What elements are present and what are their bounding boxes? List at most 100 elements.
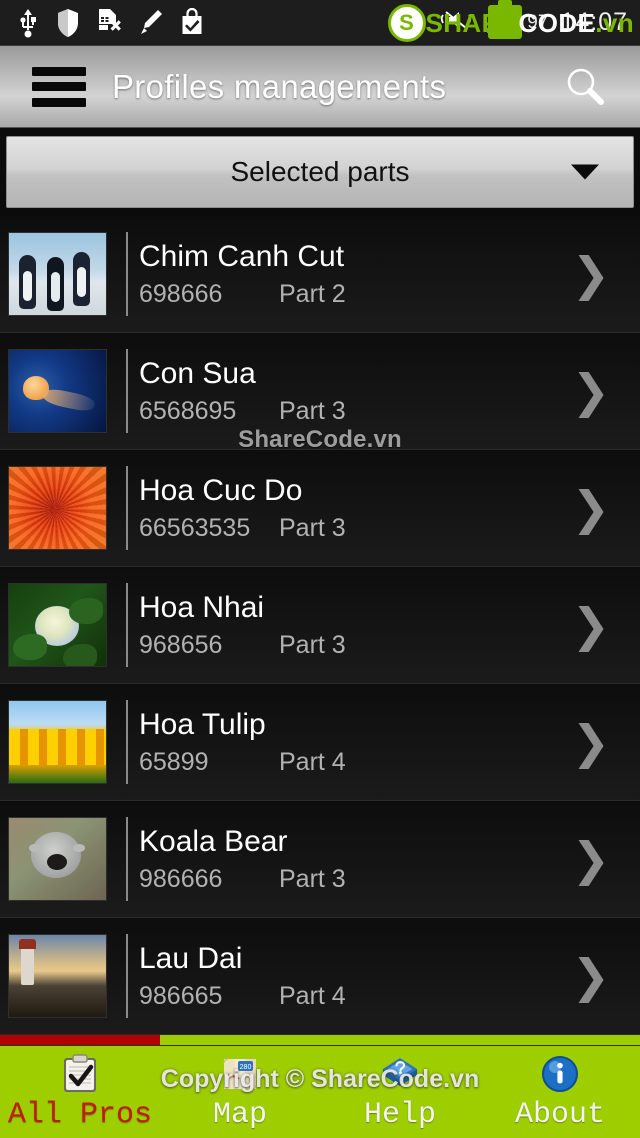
battery-icon	[488, 0, 522, 39]
lighthouse-thumbnail	[8, 934, 107, 1018]
status-clock: 14:07	[560, 8, 628, 36]
row-text: Con Sua 6568695 Part 3	[139, 356, 571, 426]
row-text: Koala Bear 986666 Part 3	[139, 824, 571, 894]
row-divider	[126, 232, 128, 316]
row-part: Part 4	[279, 982, 346, 1010]
folded-map-icon: 280	[216, 1052, 264, 1096]
row-divider	[126, 700, 128, 784]
row-title: Con Sua	[139, 357, 256, 390]
list-item[interactable]: Hoa Nhai 968656 Part 3 ❯	[0, 567, 640, 684]
row-subtitle: 986665 Part 4	[139, 982, 571, 1011]
row-text: Hoa Cuc Do 66563535 Part 3	[139, 473, 571, 543]
row-title: Chim Canh Cut	[139, 240, 345, 273]
list-item[interactable]: Koala Bear 986666 Part 3 ❯	[0, 801, 640, 918]
row-subtitle: 65899 Part 4	[139, 748, 571, 777]
tab-help[interactable]: Help	[320, 1046, 480, 1138]
chevron-right-icon[interactable]: ❯	[571, 368, 610, 414]
selected-parts-dropdown[interactable]: Selected parts	[6, 136, 634, 208]
list-item[interactable]: Chim Canh Cut 698666 Part 2 ❯	[0, 216, 640, 333]
row-title: Hoa Cuc Do	[139, 474, 303, 507]
row-title: Hoa Nhai	[139, 591, 265, 624]
row-id: 986665	[139, 982, 223, 1010]
row-id: 6568695	[139, 397, 237, 425]
bottom-navigation-container: All Pros 280 Map Help About Copyright © …	[0, 1035, 640, 1138]
row-id: 986666	[139, 865, 223, 893]
sim-card-error-icon	[99, 8, 121, 31]
row-id: 968656	[139, 631, 223, 659]
hamburger-menu-icon[interactable]	[32, 66, 86, 107]
penguins-thumbnail	[8, 232, 107, 316]
tab-label-about: About	[514, 1098, 605, 1132]
tab-map[interactable]: 280 Map	[160, 1046, 320, 1138]
row-text: Hoa Tulip 65899 Part 4	[139, 707, 571, 777]
pencil-icon	[141, 9, 162, 34]
chevron-right-icon[interactable]: ❯	[571, 953, 610, 999]
shopping-bag-check-icon	[182, 7, 202, 34]
row-id: 66563535	[139, 514, 251, 542]
list-item[interactable]: Hoa Cuc Do 66563535 Part 3 ❯	[0, 450, 640, 567]
jellyfish-thumbnail	[8, 349, 107, 433]
tab-label-all-pros: All Pros	[7, 1098, 153, 1132]
row-text: Hoa Nhai 968656 Part 3	[139, 590, 571, 660]
row-text: Chim Canh Cut 698666 Part 2	[139, 239, 571, 309]
row-divider	[126, 817, 128, 901]
action-bar: Profiles managements	[0, 46, 640, 128]
tab-all-pros[interactable]: All Pros	[0, 1046, 160, 1138]
tab-about[interactable]: About	[480, 1046, 640, 1138]
profiles-list[interactable]: Chim Canh Cut 698666 Part 2 ❯ Con Sua 6568695…	[0, 216, 640, 1035]
spinner-container: Selected parts	[0, 128, 640, 216]
bluetooth-icon	[413, 8, 424, 30]
hamburger-line	[32, 97, 86, 107]
row-subtitle: 968656 Part 3	[139, 631, 571, 660]
row-title: Lau Dai	[139, 942, 243, 975]
list-item[interactable]: Hoa Tulip 65899 Part 4 ❯	[0, 684, 640, 801]
battery-percent: 97	[527, 11, 549, 33]
status-bar-right-icons: 97 14:07	[409, 8, 640, 38]
tab-label-help: Help	[363, 1098, 436, 1132]
row-title: Koala Bear	[139, 825, 288, 858]
mute-vibrate-icon	[441, 10, 472, 29]
search-icon[interactable]	[558, 60, 612, 114]
list-item[interactable]: Lau Dai 986665 Part 4 ❯	[0, 918, 640, 1035]
hamburger-line	[32, 66, 86, 76]
dropdown-selected-value: Selected parts	[230, 156, 410, 187]
help-book-icon	[376, 1052, 424, 1096]
row-title: Hoa Tulip	[139, 708, 266, 741]
row-subtitle: 66563535 Part 3	[139, 514, 571, 543]
row-part: Part 3	[279, 397, 346, 425]
row-id: 65899	[139, 748, 209, 776]
row-subtitle: 986666 Part 3	[139, 865, 571, 894]
row-part: Part 3	[279, 865, 346, 893]
usb-icon	[20, 8, 36, 37]
koala-thumbnail	[8, 817, 107, 901]
chevron-right-icon[interactable]: ❯	[571, 719, 610, 765]
row-part: Part 3	[279, 631, 346, 659]
row-divider	[126, 466, 128, 550]
row-subtitle: 6568695 Part 3	[139, 397, 571, 426]
row-divider	[126, 934, 128, 1018]
yellow-tulips-thumbnail	[8, 700, 107, 784]
bottom-navigation-bar: All Pros 280 Map Help About Copyright © …	[0, 1045, 640, 1138]
tab-indicator-row	[0, 1035, 640, 1045]
shield-icon	[58, 8, 78, 37]
row-divider	[126, 583, 128, 667]
hamburger-line	[32, 82, 86, 91]
chevron-right-icon[interactable]: ❯	[571, 602, 610, 648]
chevron-right-icon[interactable]: ❯	[571, 836, 610, 882]
chevron-right-icon[interactable]: ❯	[571, 485, 610, 531]
active-tab-indicator	[0, 1035, 160, 1045]
status-bar-left-icons	[0, 7, 204, 38]
list-item[interactable]: Con Sua 6568695 Part 3 ❯	[0, 333, 640, 450]
row-subtitle: 698666 Part 2	[139, 280, 571, 309]
hydrangea-thumbnail	[8, 583, 107, 667]
clipboard-check-icon	[56, 1052, 104, 1096]
chevron-right-icon[interactable]: ❯	[571, 251, 610, 297]
row-part: Part 4	[279, 748, 346, 776]
row-divider	[126, 349, 128, 433]
tab-label-map: Map	[212, 1098, 267, 1132]
row-part: Part 3	[279, 514, 346, 542]
svg-text:280: 280	[240, 1064, 252, 1071]
status-bar: 97 14:07 S SHARECODE.vn	[0, 0, 640, 46]
row-part: Part 2	[279, 280, 346, 308]
chevron-down-icon	[571, 164, 599, 180]
